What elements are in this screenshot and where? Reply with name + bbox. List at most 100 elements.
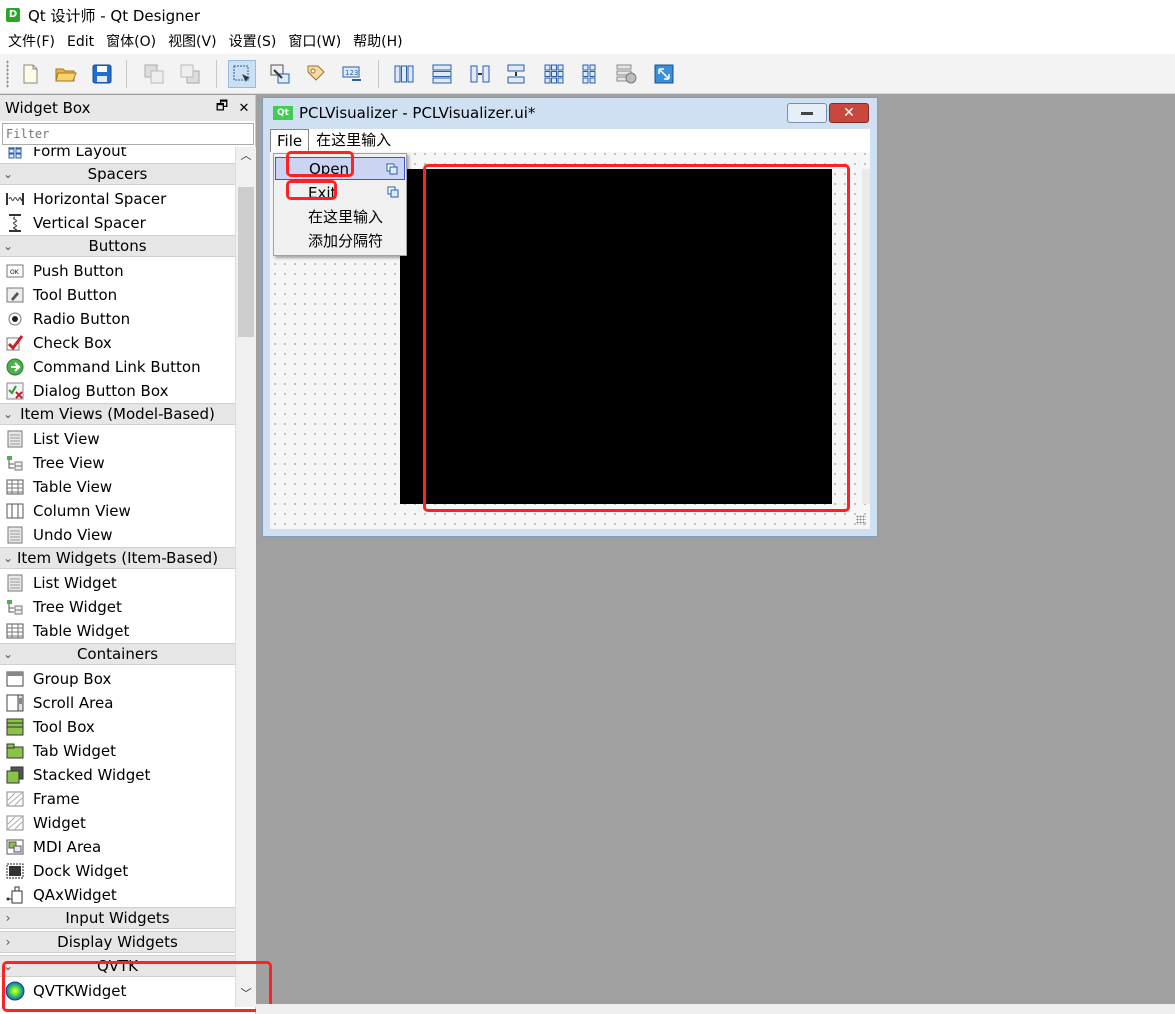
svg-text:123: 123 (345, 69, 358, 77)
chevron-down-icon[interactable]: ⌄ (0, 647, 16, 661)
open-folder-icon[interactable] (52, 60, 80, 88)
edit-signals-slots-icon[interactable] (266, 60, 294, 88)
category-spacers[interactable]: ⌄ Spacers (0, 163, 235, 185)
category-display-widgets[interactable]: › Display Widgets (0, 931, 235, 953)
menu-item-add-separator[interactable]: 添加分隔符 (275, 229, 405, 252)
close-dock-icon[interactable]: ✕ (233, 101, 255, 116)
widget-item-frame[interactable]: Frame (0, 787, 235, 811)
chevron-down-icon[interactable]: ⌄ (0, 407, 16, 421)
widget-item-label: Push Button (33, 262, 124, 280)
chevron-down-icon[interactable]: ⌄ (0, 167, 16, 181)
minimize-button[interactable] (787, 103, 827, 123)
edit-widgets-icon[interactable] (228, 60, 256, 88)
widget-item-tree-widget[interactable]: Tree Widget (0, 595, 235, 619)
horizontal-spacer-icon (5, 190, 25, 208)
menu-form[interactable]: 窗体(O) (100, 30, 162, 54)
resize-grip-icon[interactable] (856, 515, 866, 525)
layout-horizontal-icon[interactable] (390, 60, 418, 88)
tool-button-icon (5, 286, 25, 304)
category-item-widgets-item-based[interactable]: ⌄ Item Widgets (Item-Based) (0, 547, 235, 569)
svg-text:OK: OK (10, 269, 20, 276)
widget-item-list-widget[interactable]: List Widget (0, 571, 235, 595)
widget-item-vertical-spacer[interactable]: Vertical Spacer (0, 211, 235, 235)
widget-item-radio-button[interactable]: Radio Button (0, 307, 235, 331)
layout-form-icon[interactable] (576, 60, 604, 88)
layout-grid-icon[interactable] (540, 60, 568, 88)
widget-item-mdi-area[interactable]: MDI Area (0, 835, 235, 859)
chevron-down-icon[interactable]: ⌄ (0, 239, 16, 253)
column-view-icon (5, 502, 25, 520)
table-view-icon (5, 478, 25, 496)
menu-file[interactable]: 文件(F) (2, 30, 61, 54)
menu-settings[interactable]: 设置(S) (223, 30, 283, 54)
menu-window[interactable]: 窗口(W) (282, 30, 347, 54)
widget-item-form-layout[interactable]: Form Layout (0, 147, 235, 163)
menu-help[interactable]: 帮助(H) (347, 30, 408, 54)
menu-item-type-here[interactable]: 在这里输入 (275, 205, 405, 228)
widget-item-qaxwidget[interactable]: QAxWidget (0, 883, 235, 907)
widget-filter-input[interactable] (2, 123, 254, 145)
widget-item-label: Form Layout (33, 147, 127, 160)
widget-item-table-view[interactable]: Table View (0, 475, 235, 499)
minimize-icon (801, 111, 813, 115)
form-menu-type-here[interactable]: 在这里输入 (309, 129, 398, 152)
new-file-icon[interactable] (16, 60, 44, 88)
edit-buddies-icon[interactable] (302, 60, 330, 88)
close-icon: ✕ (843, 105, 855, 121)
widget-item-check-box[interactable]: Check Box (0, 331, 235, 355)
scroll-thumb[interactable] (238, 187, 254, 337)
category-containers[interactable]: ⌄ Containers (0, 643, 235, 665)
close-button[interactable]: ✕ (829, 103, 869, 123)
layout-splitter-v-icon[interactable] (502, 60, 530, 88)
widget-item-push-button[interactable]: OK Push Button (0, 259, 235, 283)
toolbar-separator (378, 60, 379, 88)
widget-box-title: Widget Box (5, 99, 91, 117)
widget-item-label: Tab Widget (33, 742, 116, 760)
chevron-right-icon[interactable]: › (0, 935, 16, 949)
widget-box-scrollbar[interactable]: ︿ ﹀ (235, 147, 256, 1007)
widget-item-stacked-widget[interactable]: Stacked Widget (0, 763, 235, 787)
menu-item-add-separator-label: 添加分隔符 (308, 232, 384, 250)
widget-item-label: List Widget (33, 574, 117, 592)
float-dock-icon[interactable]: 🗗 (211, 97, 233, 119)
menu-edit[interactable]: Edit (61, 30, 100, 54)
category-label: Item Widgets (Item-Based) (16, 549, 219, 567)
widget-item-undo-view[interactable]: Undo View (0, 523, 235, 547)
chevron-right-icon[interactable]: › (0, 911, 16, 925)
widget-item-widget[interactable]: Widget (0, 811, 235, 835)
layout-vertical-icon[interactable] (428, 60, 456, 88)
widget-item-scroll-area[interactable]: Scroll Area (0, 691, 235, 715)
submenu-plus-icon[interactable] (387, 186, 399, 198)
widget-item-command-link-button[interactable]: Command Link Button (0, 355, 235, 379)
send-to-back-icon[interactable] (140, 60, 168, 88)
toolbar-grip[interactable] (6, 60, 9, 88)
category-item-views-model-based[interactable]: ⌄ Item Views (Model-Based) (0, 403, 235, 425)
widget-item-tab-widget[interactable]: Tab Widget (0, 739, 235, 763)
mdi-area-icon (5, 838, 25, 856)
bring-to-front-icon[interactable] (176, 60, 204, 88)
frame-icon (5, 790, 25, 808)
widget-item-dialog-button-box[interactable]: Dialog Button Box (0, 379, 235, 403)
widget-item-list-view[interactable]: List View (0, 427, 235, 451)
form-menu-file[interactable]: File (270, 129, 310, 152)
widget-item-tool-button[interactable]: Tool Button (0, 283, 235, 307)
edit-tab-order-icon[interactable]: 123 (338, 60, 366, 88)
widget-item-table-widget[interactable]: Table Widget (0, 619, 235, 643)
category-buttons[interactable]: ⌄ Buttons (0, 235, 235, 257)
scroll-up-icon[interactable]: ︿ (236, 147, 256, 165)
category-input-widgets[interactable]: › Input Widgets (0, 907, 235, 929)
widget-item-group-box[interactable]: Group Box (0, 667, 235, 691)
widget-item-tree-view[interactable]: Tree View (0, 451, 235, 475)
break-layout-icon[interactable] (612, 60, 640, 88)
menu-view[interactable]: 视图(V) (162, 30, 223, 54)
widget-item-column-view[interactable]: Column View (0, 499, 235, 523)
status-strip (256, 1004, 1175, 1014)
widget-item-dock-widget[interactable]: Dock Widget (0, 859, 235, 883)
save-icon[interactable] (88, 60, 116, 88)
adjust-size-icon[interactable] (650, 60, 678, 88)
widget-item-horizontal-spacer[interactable]: Horizontal Spacer (0, 187, 235, 211)
submenu-plus-icon[interactable] (386, 163, 398, 175)
widget-item-tool-box[interactable]: Tool Box (0, 715, 235, 739)
layout-splitter-h-icon[interactable] (466, 60, 494, 88)
chevron-down-icon[interactable]: ⌄ (0, 551, 16, 565)
